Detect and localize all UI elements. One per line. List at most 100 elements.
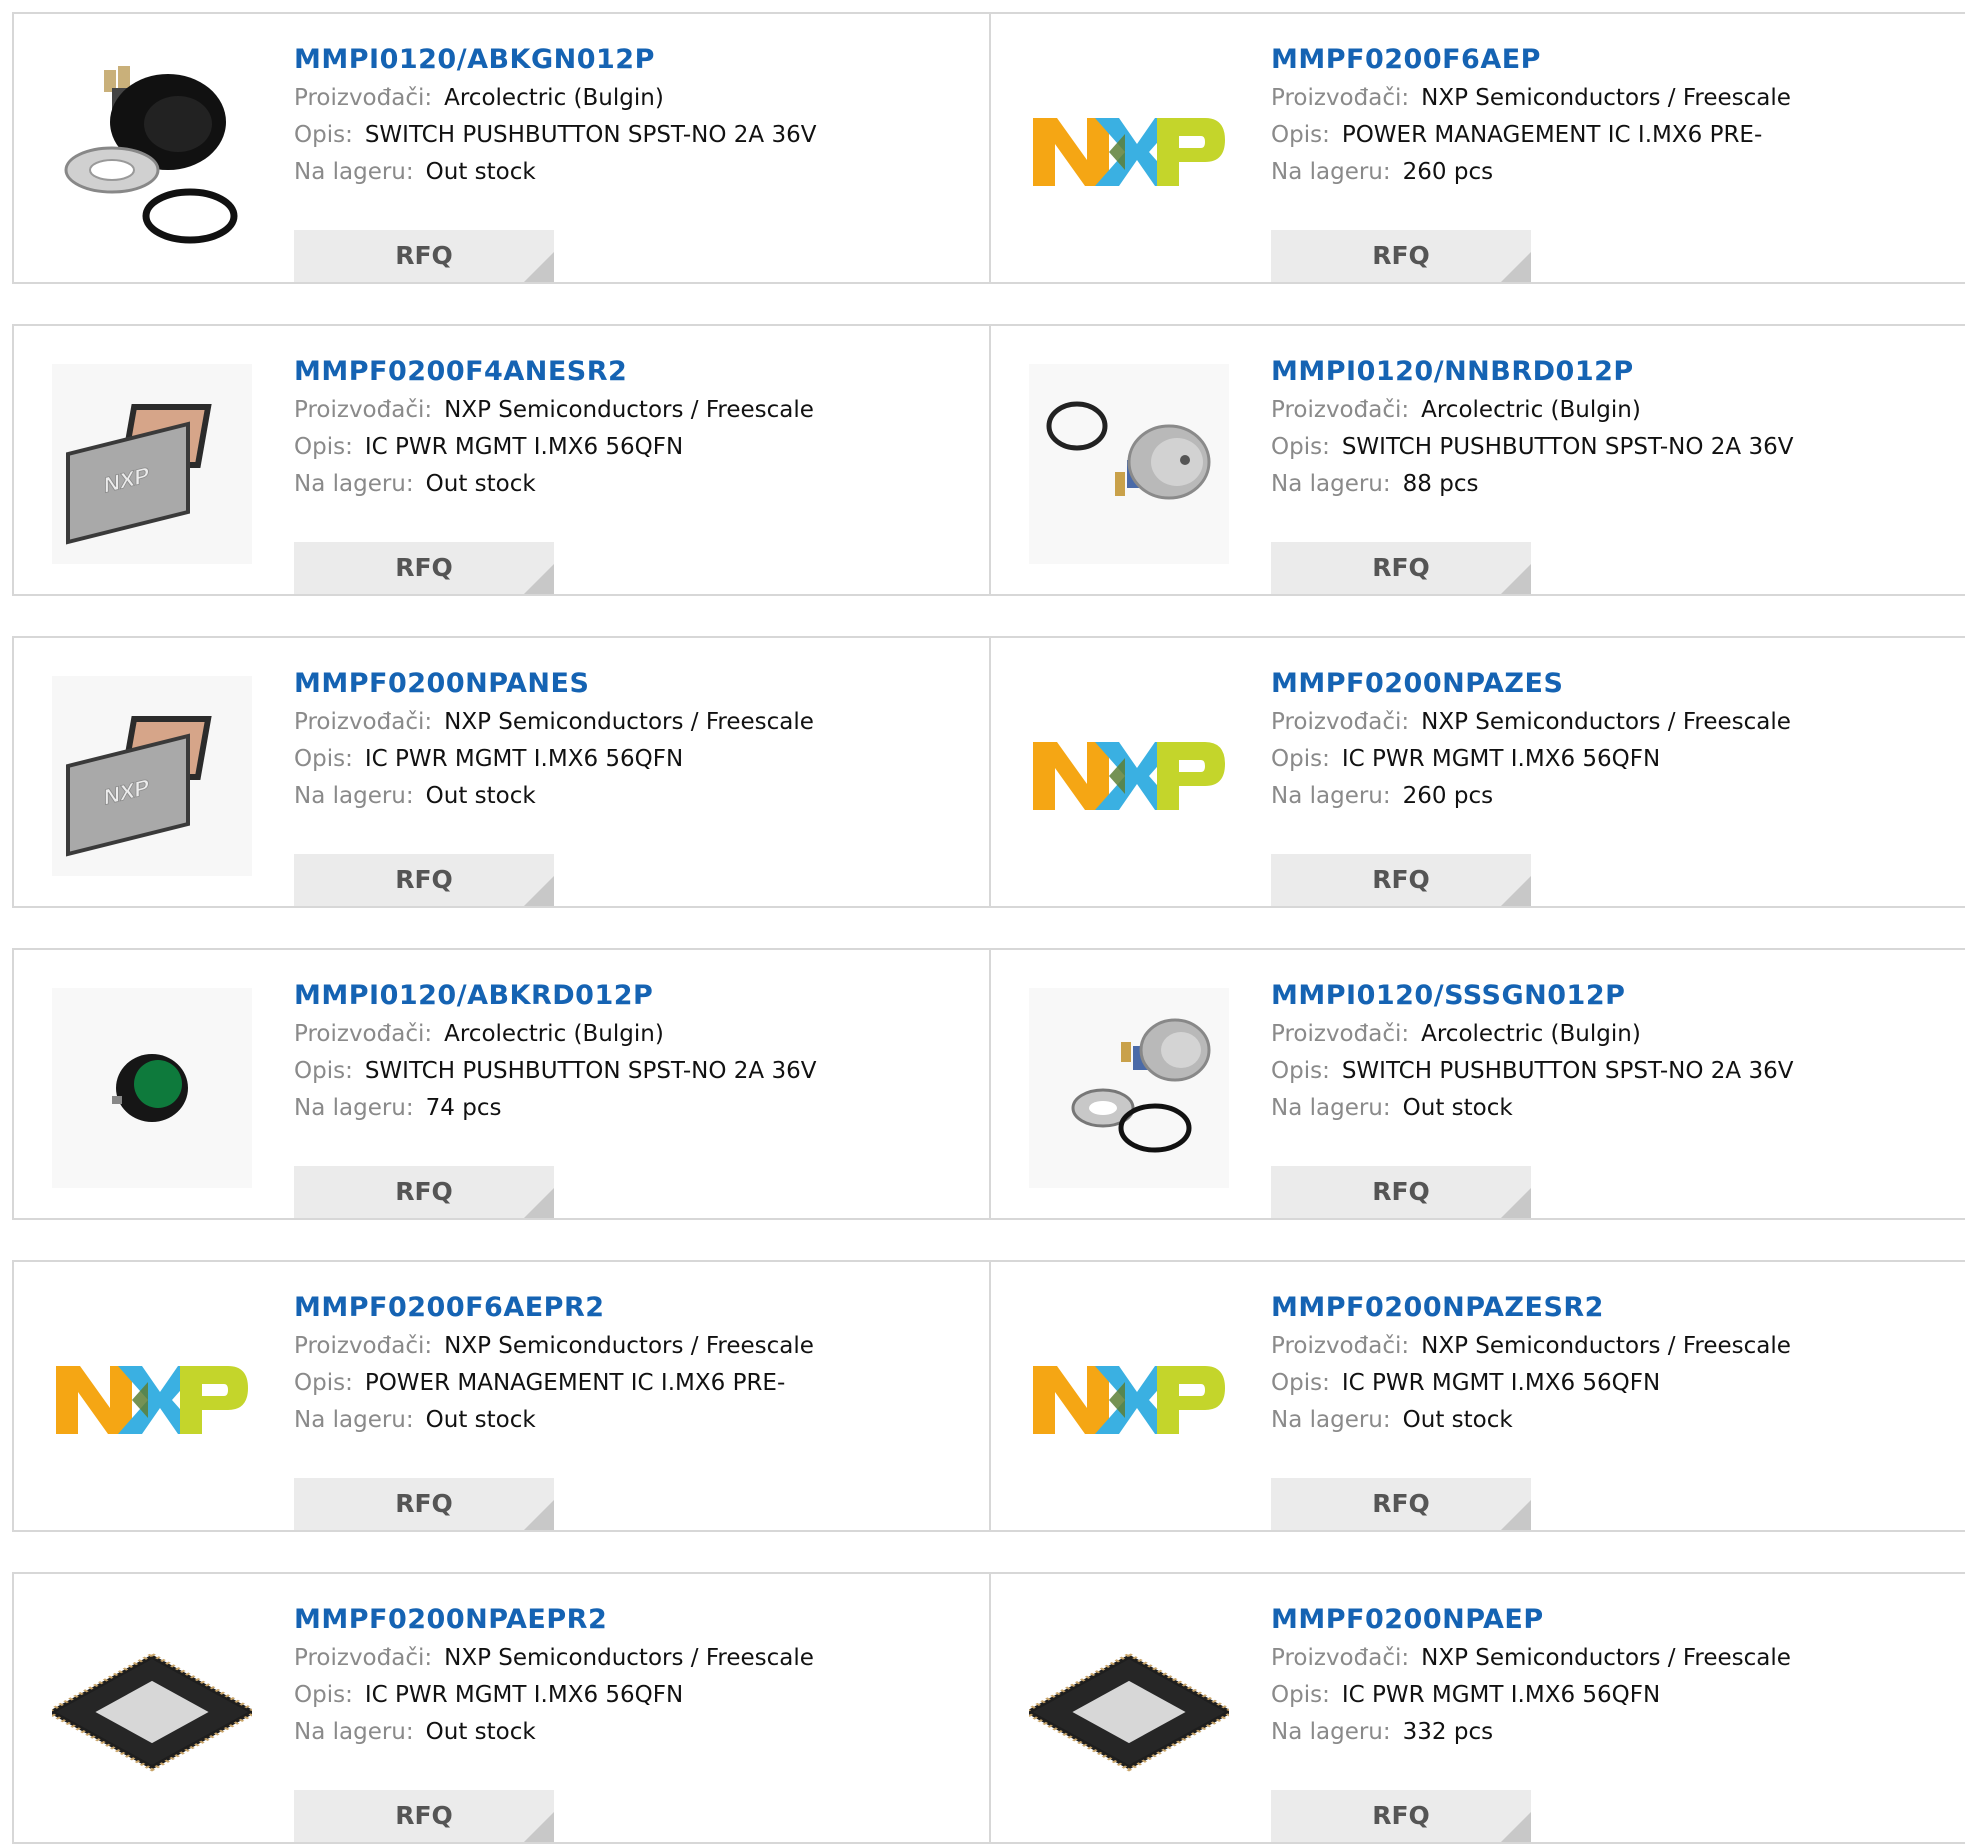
rfq-button-label: RFQ [1372, 865, 1430, 894]
product-image[interactable] [52, 52, 252, 252]
stock-value: Out stock [425, 471, 536, 497]
product-image[interactable] [52, 1300, 252, 1500]
manufacturer-row: Proizvođači: NXP Semiconductors / Freesca… [1271, 80, 1931, 117]
product-part-number-link[interactable]: MMPF0200F4ANESR2 [294, 352, 954, 392]
manufacturer-label: Proizvođači: [294, 85, 433, 111]
product-part-number-link[interactable]: MMPF0200NPAEPR2 [294, 1600, 954, 1640]
manufacturer-value: Arcolectric (Bulgin) [1421, 1021, 1641, 1047]
product-part-number-link[interactable]: MMPF0200F6AEP [1271, 40, 1931, 80]
rfq-button[interactable]: RFQ [294, 854, 554, 906]
manufacturer-label: Proizvođači: [294, 1333, 433, 1359]
stock-value: Out stock [425, 159, 536, 185]
rfq-button[interactable]: RFQ [294, 1166, 554, 1218]
rfq-button[interactable]: RFQ [1271, 1478, 1531, 1530]
product-part-number-link[interactable]: MMPF0200NPAZESR2 [1271, 1288, 1931, 1328]
product-info: MMPF0200NPANES Proizvođači: NXP Semicondu… [294, 664, 954, 906]
rfq-corner-icon [524, 252, 554, 282]
product-image[interactable] [1029, 1300, 1229, 1500]
product-image[interactable] [52, 988, 252, 1188]
product-image[interactable] [52, 1612, 252, 1812]
description-value: POWER MANAGEMENT IC I.MX6 PRE- [364, 1370, 786, 1396]
product-part-number-link[interactable]: MMPF0200NPAEP [1271, 1600, 1931, 1640]
description-label: Opis: [294, 1370, 353, 1396]
product-part-number-link[interactable]: MMPI0120/ABKRD012P [294, 976, 954, 1016]
stock-label: Na lageru: [1271, 783, 1391, 809]
rfq-button[interactable]: RFQ [1271, 542, 1531, 594]
rfq-button[interactable]: RFQ [294, 230, 554, 282]
manufacturer-row: Proizvođači: NXP Semiconductors / Freesca… [294, 392, 954, 429]
product-image[interactable]: NXP [52, 364, 252, 564]
product-card: MMPF0200NPAZES Proizvođači: NXP Semicondu… [989, 636, 1965, 908]
manufacturer-label: Proizvođači: [1271, 1021, 1410, 1047]
description-row: Opis: IC PWR MGMT I.MX6 56QFN [1271, 1365, 1931, 1402]
product-image[interactable] [1029, 676, 1229, 876]
product-part-number-link[interactable]: MMPF0200F6AEPR2 [294, 1288, 954, 1328]
stock-label: Na lageru: [294, 159, 414, 185]
description-label: Opis: [294, 1058, 353, 1084]
manufacturer-value: NXP Semiconductors / Freescale [444, 709, 814, 735]
rfq-button-label: RFQ [1372, 1177, 1430, 1206]
description-value: SWITCH PUSHBUTTON SPST-NO 2A 36V [1341, 434, 1794, 460]
manufacturer-value: NXP Semiconductors / Freescale [444, 1333, 814, 1359]
stock-label: Na lageru: [1271, 471, 1391, 497]
product-image[interactable] [1029, 988, 1229, 1188]
stock-label: Na lageru: [294, 471, 414, 497]
stock-value: Out stock [1402, 1407, 1513, 1433]
product-image[interactable] [1029, 364, 1229, 564]
rfq-corner-icon [1501, 876, 1531, 906]
stock-label: Na lageru: [1271, 159, 1391, 185]
rfq-corner-icon [1501, 1188, 1531, 1218]
manufacturer-label: Proizvođači: [294, 397, 433, 423]
stock-value: 260 pcs [1402, 783, 1494, 809]
manufacturer-value: Arcolectric (Bulgin) [1421, 397, 1641, 423]
manufacturer-label: Proizvođači: [294, 1021, 433, 1047]
product-part-number-link[interactable]: MMPI0120/NNBRD012P [1271, 352, 1931, 392]
description-value: IC PWR MGMT I.MX6 56QFN [364, 1682, 684, 1708]
manufacturer-value: Arcolectric (Bulgin) [444, 85, 664, 111]
manufacturer-value: NXP Semiconductors / Freescale [1421, 1333, 1791, 1359]
rfq-button[interactable]: RFQ [1271, 230, 1531, 282]
description-row: Opis: IC PWR MGMT I.MX6 56QFN [1271, 1677, 1931, 1714]
manufacturer-row: Proizvođači: NXP Semiconductors / Freesca… [1271, 1640, 1931, 1677]
stock-label: Na lageru: [1271, 1095, 1391, 1121]
description-row: Opis: SWITCH PUSHBUTTON SPST-NO 2A 36V [1271, 429, 1931, 466]
product-row: NXP MMPF0200NPANES Proizvođači: NXP Semic… [12, 636, 1965, 908]
product-part-number-link[interactable]: MMPF0200NPANES [294, 664, 954, 704]
product-info: MMPF0200NPAZESR2 Proizvođači: NXP Semicon… [1271, 1288, 1931, 1530]
product-part-number-link[interactable]: MMPI0120/SSSGN012P [1271, 976, 1931, 1016]
manufacturer-row: Proizvođači: Arcolectric (Bulgin) [1271, 392, 1931, 429]
description-label: Opis: [1271, 1682, 1330, 1708]
product-info: MMPI0120/SSSGN012P Proizvođači: Arcolectr… [1271, 976, 1931, 1218]
stock-value: Out stock [425, 1407, 536, 1433]
manufacturer-label: Proizvođači: [1271, 397, 1410, 423]
description-value: SWITCH PUSHBUTTON SPST-NO 2A 36V [364, 1058, 817, 1084]
product-card: NXP MMPF0200F4ANESR2 Proizvođači: NXP Sem… [12, 324, 991, 596]
stock-row: Na lageru: 74 pcs [294, 1090, 954, 1127]
stock-value: 74 pcs [425, 1095, 502, 1121]
manufacturer-row: Proizvođači: NXP Semiconductors / Freesca… [294, 1328, 954, 1365]
rfq-button-label: RFQ [395, 865, 453, 894]
rfq-button[interactable]: RFQ [294, 1790, 554, 1842]
manufacturer-value: NXP Semiconductors / Freescale [444, 397, 814, 423]
product-part-number-link[interactable]: MMPI0120/ABKGN012P [294, 40, 954, 80]
description-value: POWER MANAGEMENT IC I.MX6 PRE- [1341, 122, 1763, 148]
rfq-corner-icon [1501, 1500, 1531, 1530]
rfq-button[interactable]: RFQ [1271, 854, 1531, 906]
rfq-button[interactable]: RFQ [294, 542, 554, 594]
description-value: IC PWR MGMT I.MX6 56QFN [1341, 1370, 1661, 1396]
product-image[interactable]: NXP [52, 676, 252, 876]
rfq-button-label: RFQ [1372, 241, 1430, 270]
rfq-button[interactable]: RFQ [294, 1478, 554, 1530]
description-value: IC PWR MGMT I.MX6 56QFN [364, 746, 684, 772]
stock-row: Na lageru: Out stock [294, 154, 954, 191]
product-image[interactable] [1029, 52, 1229, 252]
manufacturer-row: Proizvođači: NXP Semiconductors / Freesca… [294, 704, 954, 741]
rfq-button-label: RFQ [1372, 553, 1430, 582]
rfq-button[interactable]: RFQ [1271, 1166, 1531, 1218]
product-part-number-link[interactable]: MMPF0200NPAZES [1271, 664, 1931, 704]
product-image[interactable] [1029, 1612, 1229, 1812]
manufacturer-row: Proizvođači: Arcolectric (Bulgin) [294, 80, 954, 117]
rfq-button[interactable]: RFQ [1271, 1790, 1531, 1842]
stock-row: Na lageru: 260 pcs [1271, 778, 1931, 815]
rfq-corner-icon [1501, 1812, 1531, 1842]
